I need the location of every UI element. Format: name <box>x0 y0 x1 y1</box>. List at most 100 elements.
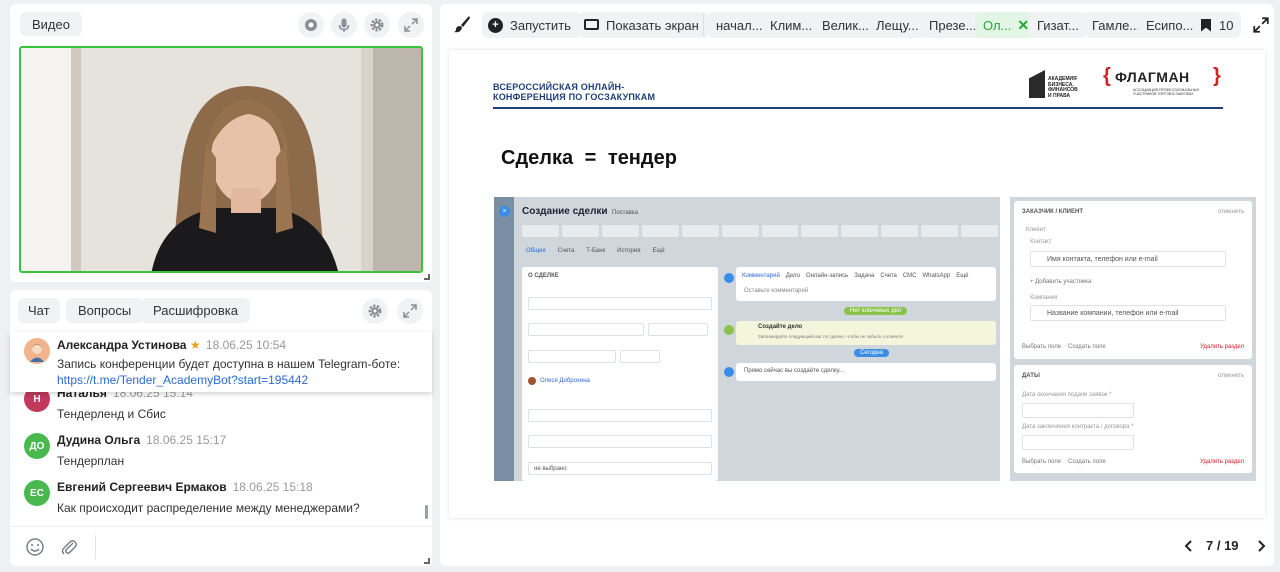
emoji-icon[interactable] <box>25 537 45 557</box>
bookmarks-count: 10 <box>1219 17 1234 33</box>
attach-icon[interactable] <box>59 537 79 557</box>
crm-timeline-tab: Дело <box>785 273 800 279</box>
crm-stage-bar <box>522 225 999 237</box>
presenter-tab[interactable]: Гизат... <box>1029 12 1087 38</box>
crm-task-badge: Нет ключевых дел <box>844 307 908 315</box>
slide-header-rule <box>493 107 1223 109</box>
crm-company-input: Название компании, телефон или e-mail <box>1030 305 1226 321</box>
crm-company-placeholder: Название компании, телефон или e-mail <box>1047 310 1179 317</box>
crm-dates-section: ДАТЫ <box>1022 373 1040 379</box>
presentation-panel: + Запустить Показать экран начал... Клим… <box>440 4 1274 566</box>
avatar <box>24 338 50 364</box>
active-tab-label: Ол... <box>983 17 1012 33</box>
crm-timeline-dot <box>724 273 734 283</box>
bookmarks-button[interactable]: 10 <box>1193 12 1242 38</box>
resize-handle-icon[interactable] <box>424 274 430 280</box>
academy-logo-text: И ПРАВА <box>1048 92 1071 99</box>
tab-transcription[interactable]: Расшифровка <box>141 298 250 323</box>
slide-title: Сделка = тендер <box>501 147 677 169</box>
flagman-logo-text: ФЛАГМАН <box>1115 69 1190 85</box>
composer <box>10 526 432 566</box>
fullscreen-icon[interactable] <box>1252 16 1270 34</box>
crm-today-badge: Сегодня <box>854 349 889 357</box>
crm-timeline-tab: Онлайн-запись <box>805 273 849 279</box>
pinned-author: Александра Устинова <box>57 338 187 352</box>
crm-delete-section: Удалить раздел <box>1200 459 1244 465</box>
run-label: Запустить <box>510 17 571 33</box>
slide-header-line1: ВСЕРОССИЙСКАЯ ОНЛАЙН- <box>493 82 625 92</box>
presenter-tab[interactable]: Есипо... <box>1138 12 1202 38</box>
gear-icon[interactable] <box>364 12 390 38</box>
crm-heading: Создание сделки <box>522 206 608 217</box>
tab-chat[interactable]: Чат <box>18 298 60 323</box>
crm-section-title: О СДЕЛКЕ <box>528 273 559 279</box>
message-input[interactable] <box>102 533 412 561</box>
camera-icon[interactable] <box>298 12 324 38</box>
video-label[interactable]: Видео <box>20 12 82 36</box>
crm-timeline-tab: Счета <box>880 273 897 279</box>
pinned-link[interactable]: https://t.me/Tender_AcademyBot?start=195… <box>57 373 308 387</box>
video-panel: Видео <box>10 4 432 282</box>
crm-tab: Т-Банк <box>586 248 606 254</box>
crm-deal-screenshot: × Создание сделки Поставка Общие Счета Т… <box>494 197 1000 481</box>
crm-contact-input: Имя контакта, телефон или e-mail <box>1030 251 1226 267</box>
next-slide-button[interactable] <box>1248 533 1274 559</box>
crm-company-label: Компания <box>1030 295 1058 301</box>
crm-client-label: Клиент <box>1026 227 1046 233</box>
crm-stage: Поставка <box>612 210 638 216</box>
chat-expand-icon[interactable] <box>397 298 423 324</box>
crm-timeline-box: Комментарий Дело Онлайн-запись Задача Сч… <box>736 267 996 301</box>
academy-logo-mark <box>1029 70 1045 98</box>
tab-questions[interactable]: Вопросы <box>66 298 144 323</box>
crm-contact-label: Контакт <box>1030 239 1052 245</box>
crm-close-icon: × <box>499 206 510 217</box>
speaker-video <box>19 46 423 273</box>
speaker-video-image <box>21 48 421 271</box>
crm-date2-input <box>1022 435 1134 450</box>
bookmark-icon <box>1201 18 1211 32</box>
monitor-icon <box>584 18 599 30</box>
run-button[interactable]: + Запустить <box>482 12 581 38</box>
prev-slide-button[interactable] <box>1176 533 1202 559</box>
crm-note-card: Прямо сейчас вы создаёте сделку... <box>736 363 996 381</box>
presenter-tab[interactable]: Клим... <box>762 12 821 38</box>
message-author: Евгений Сергеевич Ермаков <box>57 480 227 494</box>
microphone-icon[interactable] <box>331 12 357 38</box>
chat-panel: Чат Вопросы Расшифровка Н Наталья 18.06.2… <box>10 290 432 566</box>
message-text: Тендерплан <box>57 454 125 468</box>
resize-handle-icon[interactable] <box>424 558 430 564</box>
crm-client-card: ЗАКАЗЧИК / КЛИЕНТ отменить Клиент Контак… <box>1014 201 1252 359</box>
close-icon[interactable]: ✕ <box>1017 17 1029 34</box>
message-author: Дудина Ольга <box>57 433 141 447</box>
slide-header-line2: КОНФЕРЕНЦИЯ ПО ГОСЗАКУПКАМ <box>493 92 656 102</box>
slide-header: ВСЕРОССИЙСКАЯ ОНЛАЙН- КОНФЕРЕНЦИЯ ПО ГОС… <box>493 82 655 102</box>
composer-divider <box>95 535 96 559</box>
share-screen-button[interactable]: Показать экран <box>578 12 709 38</box>
crm-tab: Общие <box>526 248 546 254</box>
crm-add-participant: + Добавить участника <box>1030 279 1092 285</box>
chat-message: Н Наталья 18.06.25 15:14 Тендерленд и Сби… <box>24 386 418 426</box>
crm-date1-input <box>1022 403 1134 418</box>
pinned-time: 18.06.25 10:54 <box>205 338 286 352</box>
flagman-logo: { ФЛАГМАН } АССОЦИАЦИЯ ПРОФЕССИОНАЛЬНЫХ … <box>1103 65 1221 96</box>
crm-date2-label: Дата заключения контракта / договора * <box>1022 424 1134 430</box>
crm-choose-field: Выбрать поле <box>1022 459 1062 465</box>
crm-client-screenshot: ЗАКАЗЧИК / КЛИЕНТ отменить Клиент Контак… <box>1010 197 1256 481</box>
chat-scrollbar[interactable] <box>425 505 428 519</box>
crm-task-title: Создайте дело <box>758 324 803 330</box>
pinned-message: Александра Устинова ★ 18.06.25 10:54 Зап… <box>10 332 432 392</box>
flagman-logo-sub: АССОЦИАЦИЯ ПРОФЕССИОНАЛЬНЫХ УЧАСТНИКОВ Т… <box>1133 88 1200 96</box>
crm-date1-label: Дата окончания подачи заявок * <box>1022 392 1112 398</box>
presenter-tab[interactable]: Лещу... <box>868 12 927 38</box>
message-text: Как происходит распределение между менед… <box>57 501 360 515</box>
chat-settings-icon[interactable] <box>362 298 388 324</box>
crm-note: Прямо сейчас вы создаёте сделку... <box>744 368 844 374</box>
slide: ВСЕРОССИЙСКАЯ ОНЛАЙН- КОНФЕРЕНЦИЯ ПО ГОС… <box>449 50 1265 518</box>
chat-message: ЕС Евгений Сергеевич Ермаков 18.06.25 15:… <box>24 480 418 520</box>
expand-icon[interactable] <box>398 12 424 38</box>
share-label: Показать экран <box>606 17 699 33</box>
crm-tab: История <box>617 248 641 254</box>
brush-icon[interactable] <box>452 14 472 34</box>
presenter-tab-active[interactable]: Ол... ✕ <box>975 12 1036 38</box>
avatar: ДО <box>24 433 50 459</box>
